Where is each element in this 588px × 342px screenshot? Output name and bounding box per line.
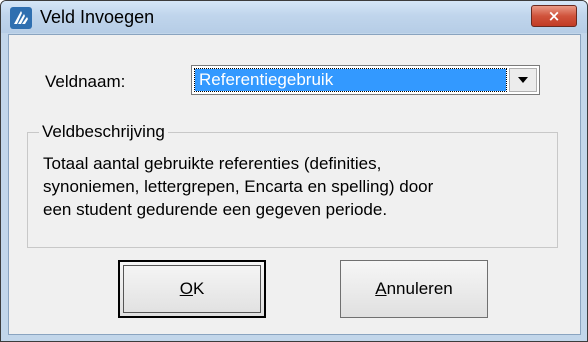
description-group-title: Veldbeschrijving: [39, 122, 168, 142]
ok-button-label: OK: [180, 279, 205, 299]
dialog-body: Veldnaam: Referentiegebruik Veldbeschrij…: [8, 34, 581, 335]
cancel-button[interactable]: Annuleren: [340, 260, 488, 318]
description-line: synoniemen, lettergrepen, Encarta en spe…: [43, 177, 434, 196]
description-line: een student gedurende een gegeven period…: [43, 200, 388, 219]
close-button[interactable]: ×: [531, 5, 577, 27]
cancel-label-rest: nnuleren: [386, 279, 453, 298]
field-name-selected-value[interactable]: Referentiegebruik: [194, 68, 507, 92]
cancel-button-label: Annuleren: [375, 279, 453, 299]
app-logo-icon: [10, 7, 32, 29]
dropdown-button[interactable]: [509, 68, 537, 92]
ok-mnemonic: O: [179, 279, 193, 298]
title-bar[interactable]: Veld Invoegen ×: [1, 1, 587, 33]
field-name-dropdown[interactable]: Referentiegebruik: [191, 65, 540, 95]
cancel-mnemonic: A: [375, 279, 387, 298]
ok-label-rest: K: [192, 279, 205, 298]
field-name-label: Veldnaam:: [45, 72, 126, 91]
ok-button[interactable]: OK: [118, 260, 266, 318]
window-title: Veld Invoegen: [40, 7, 155, 27]
dialog-window: Veld Invoegen × Veldnaam: Referentiegebr…: [0, 0, 588, 342]
description-line: Totaal aantal gebruikte referenties (def…: [43, 154, 382, 173]
close-icon: ×: [547, 7, 561, 25]
field-description: Totaal aantal gebruikte referenties (def…: [43, 152, 543, 221]
chevron-down-icon: [518, 77, 528, 83]
